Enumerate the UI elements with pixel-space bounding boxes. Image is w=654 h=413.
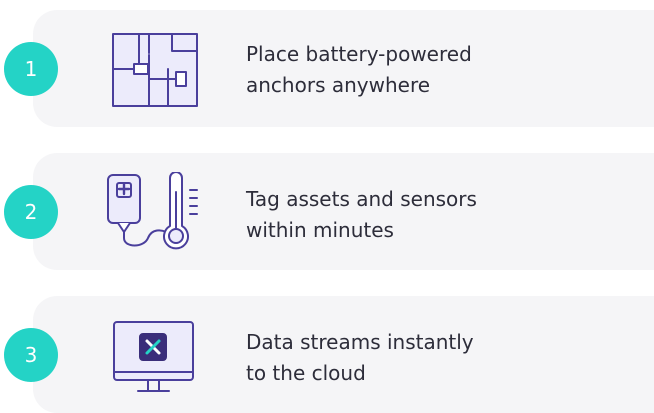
cloud-monitor-icon (112, 320, 195, 397)
step-text-1: Place battery-powered anchors anywhere (246, 39, 606, 101)
iv-bag-thermometer-icon (104, 171, 208, 252)
step-text-3-line-2: to the cloud (246, 361, 366, 385)
step-text-1-line-2: anchors anywhere (246, 73, 431, 97)
step-text-2-line-1: Tag assets and sensors (246, 187, 477, 211)
step-text-2: Tag assets and sensors within minutes (246, 184, 606, 246)
step-number-badge-3: 3 (4, 328, 58, 382)
step-text-1-line-1: Place battery-powered (246, 42, 472, 66)
step-text-2-line-2: within minutes (246, 218, 394, 242)
step-text-3: Data streams instantly to the cloud (246, 327, 606, 389)
step-number-badge-2: 2 (4, 185, 58, 239)
floorplan-anchors-icon (112, 33, 198, 107)
step-text-3-line-1: Data streams instantly (246, 330, 474, 354)
step-number-badge-1: 1 (4, 42, 58, 96)
